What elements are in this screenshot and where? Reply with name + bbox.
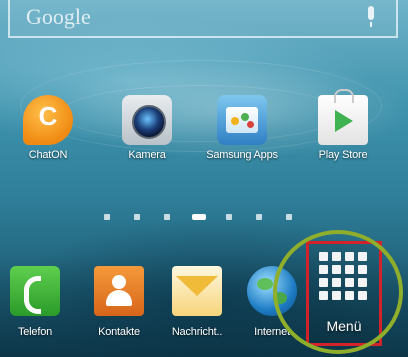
contacts-head (112, 275, 126, 289)
annotation-circle (273, 230, 403, 354)
phone-handset (24, 276, 41, 314)
play-store-icon (318, 89, 368, 145)
page-dot[interactable] (164, 214, 170, 220)
play-store-triangle (335, 110, 353, 132)
microphone-icon[interactable] (366, 6, 376, 28)
chaton-icon-letter: C (38, 101, 58, 131)
envelope-flap (176, 276, 218, 296)
app-label: Samsung Apps (206, 149, 278, 161)
page-dot[interactable] (286, 214, 292, 220)
contacts-icon (94, 266, 144, 316)
samsung-apps-dot (247, 121, 254, 128)
phone-icon (10, 266, 60, 316)
app-label: Kamera (128, 149, 166, 161)
camera-lens (132, 105, 166, 139)
microphone-icon-cap (368, 6, 374, 20)
app-label: Play Store (318, 149, 368, 161)
page-dot[interactable] (104, 214, 110, 220)
page-dot[interactable] (256, 214, 262, 220)
dock-label: Telefon (17, 326, 53, 338)
wallpaper-ripple (60, 85, 342, 142)
globe-land (257, 278, 273, 290)
google-logo: Google (26, 4, 91, 29)
app-label: ChatON (28, 149, 68, 161)
samsung-apps-icon (217, 95, 267, 145)
google-search-bar[interactable]: Google (8, 0, 398, 38)
dock-label: Kontakte (98, 326, 140, 338)
page-dot-active[interactable] (192, 214, 206, 220)
chaton-icon: C (23, 95, 73, 145)
contacts-body (106, 290, 132, 306)
dock-label: Nachricht.. (171, 326, 223, 338)
samsung-apps-dot (241, 113, 249, 121)
camera-icon (122, 95, 172, 145)
messages-icon (172, 266, 222, 316)
play-store-bag-handle (334, 89, 354, 103)
page-dot[interactable] (226, 214, 232, 220)
microphone-icon-stem (370, 22, 372, 27)
page-dot[interactable] (134, 214, 140, 220)
samsung-apps-dot (231, 117, 239, 125)
